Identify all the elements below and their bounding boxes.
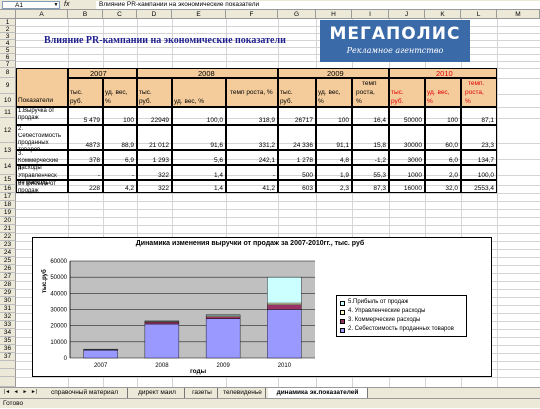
x-tick-label: 2007 (94, 363, 108, 369)
legend-label: 5.Прибыль от продаж (348, 299, 409, 305)
x-tick-label: 2008 (155, 363, 169, 369)
bar-segment (144, 321, 180, 325)
bar-segment (267, 276, 302, 304)
chart-legend[interactable]: 5.Прибыль от продаж 4. Управленческие рас… (336, 295, 467, 337)
bar-segment (83, 349, 118, 359)
x-tick-label: 2009 (216, 363, 230, 369)
y-tick-label: 50000 (50, 275, 67, 281)
legend-swatch (340, 310, 345, 315)
y-tick-label: 10000 (50, 340, 67, 346)
bar-segment (205, 316, 241, 319)
bar-segment (144, 323, 180, 359)
tab-nav-button[interactable]: ► (21, 388, 29, 397)
status-bar: Готово (0, 398, 540, 408)
bar-segment (144, 320, 180, 322)
bar-segment (267, 304, 302, 310)
sheet-tab[interactable]: телевиденье (220, 388, 266, 398)
tab-nav-button[interactable]: |◄ (3, 388, 11, 397)
y-tick-label: 60000 (50, 259, 67, 265)
legend-label: 4. Управленческие расходы (348, 308, 426, 314)
tab-nav-button[interactable]: ◄ (12, 388, 20, 397)
sheet-tab[interactable]: справочный материал (42, 388, 128, 398)
bar-segment (205, 314, 241, 316)
chart-xlabel: годы (190, 368, 207, 375)
legend-label: 2. Себестоимость проданных товаров (348, 326, 454, 332)
y-tick-label: 20000 (50, 324, 67, 330)
legend-swatch (340, 319, 345, 324)
bar-segment (83, 348, 118, 350)
y-tick-label: 40000 (50, 291, 67, 297)
legend-swatch (340, 328, 345, 333)
tab-nav-button[interactable]: ►| (30, 388, 38, 397)
y-tick-label: 30000 (50, 308, 67, 314)
bar-segment (267, 309, 302, 359)
sheet-tab[interactable]: директ маил (130, 388, 185, 398)
x-tick-label: 2010 (278, 363, 292, 369)
y-tick-label: 0 (64, 356, 68, 362)
sheet-tab[interactable]: газеты (187, 388, 218, 398)
chart-svg: 0 10000 20000 30000 40000 50000 60000 2007 2008 2… (50, 259, 315, 369)
sheet-tab[interactable]: динамика эк.показателей (268, 388, 368, 398)
bar-segment (205, 318, 241, 359)
legend-swatch (340, 301, 345, 306)
bar-segment (267, 302, 302, 305)
legend-label: 3. Коммерческие расходы (348, 317, 421, 323)
